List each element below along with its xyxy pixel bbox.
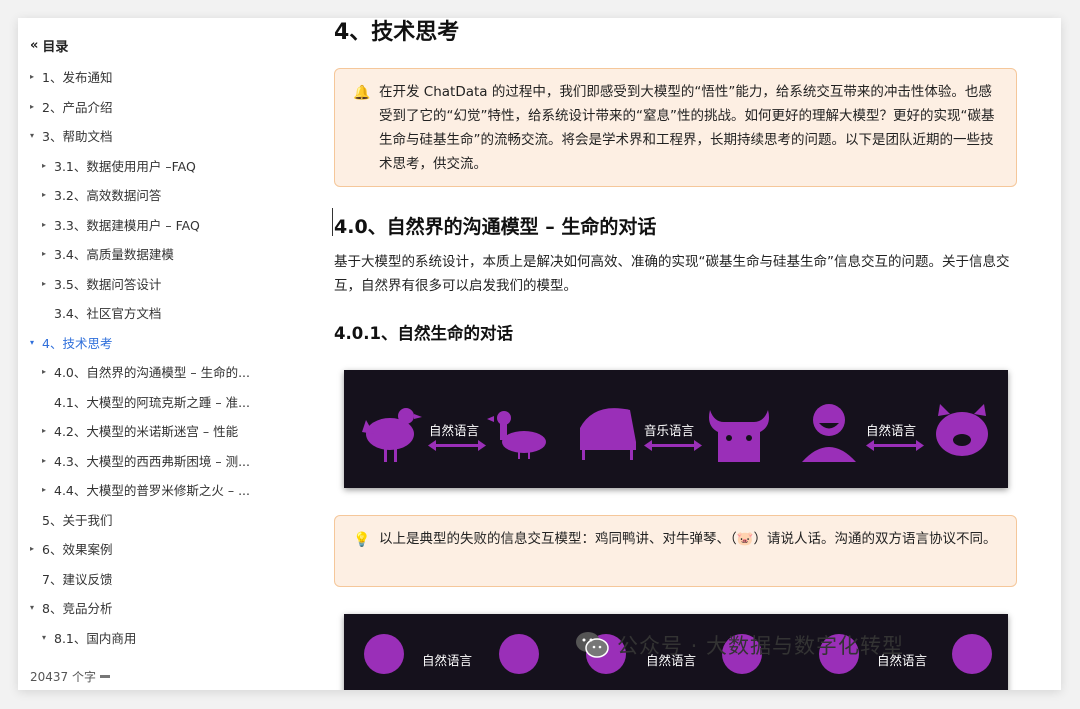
caret-right-icon[interactable]: ▸ xyxy=(42,279,54,288)
caret-right-icon[interactable]: ▸ xyxy=(42,161,54,170)
toc-item-label: 1、发布通知 xyxy=(42,70,113,86)
toc-item[interactable]: ▾ 8.1、国内商用 xyxy=(18,623,288,653)
double-arrow-icon xyxy=(866,440,924,451)
toc-item-label: 5、关于我们 xyxy=(42,512,113,528)
toc-item[interactable]: ▸ 3.1、数据使用用户 –FAQ xyxy=(18,151,288,181)
toc-item-label: 3.5、数据问答设计 xyxy=(54,276,162,292)
toc-item-label: 3.4、高质量数据建模 xyxy=(54,247,174,263)
toc-item-label: 3.1、数据使用用户 –FAQ xyxy=(54,158,196,174)
toc-item-label: 3.2、高效数据问答 xyxy=(54,188,162,204)
toc-list: ▸ 1、发布通知 ▸ 2、产品介绍 ▾ 3、帮助文档 ▸ 3.1、数据使用用户 –FAQ ▸ 3.… xyxy=(18,62,288,652)
callout-intro: 🔔 在开发 ChatData 的过程中，我们即感受到大模型的“悟性”能力，给系统… xyxy=(334,68,1017,187)
toc-item-label: 4.3、大模型的西西弗斯困境 – 测... xyxy=(54,453,250,469)
toc-item[interactable]: ▸ 4.2、大模型的米诺斯迷宫 – 性能 xyxy=(18,416,288,446)
communication-illustration-image: 自然语言 音乐语言 自然语言 xyxy=(344,370,1008,488)
caret-right-icon[interactable]: ▸ xyxy=(42,367,54,376)
caret-right-icon[interactable]: ▸ xyxy=(42,485,54,494)
toc-item-label: 8、竞品分析 xyxy=(42,601,113,617)
toc-item-label: 3.3、数据建模用户 – FAQ xyxy=(54,217,200,233)
toc-item[interactable]: 7、建议反馈 xyxy=(18,564,288,594)
watermark-text: 公众号 · 大数据与数字化转型 xyxy=(617,634,905,658)
toc-item[interactable]: ▸ 2、产品介绍 xyxy=(18,92,288,122)
toc-item-label: 7、建议反馈 xyxy=(42,571,113,587)
toc-header[interactable]: « 目录 xyxy=(30,36,68,55)
caret-right-icon[interactable]: ▸ xyxy=(42,190,54,199)
caret-right-icon[interactable]: ▸ xyxy=(42,426,54,435)
smiling-person-icon xyxy=(802,404,856,462)
avatar-circle-icon xyxy=(364,634,404,674)
toc-title: 目录 xyxy=(42,40,69,55)
lightbulb-icon: 💡 xyxy=(353,532,371,548)
toc-item[interactable]: ▾ 3、帮助文档 xyxy=(18,121,288,151)
word-count: 20437 个字 xyxy=(30,668,110,685)
caret-right-icon[interactable]: ▸ xyxy=(42,249,54,258)
toc-item[interactable]: 4.1、大模型的阿琉克斯之踵 – 准... xyxy=(18,387,288,417)
text-cursor xyxy=(332,208,333,236)
caret-right-icon[interactable]: ▸ xyxy=(30,102,42,111)
caret-down-icon[interactable]: ▾ xyxy=(30,338,42,347)
document-window: « 目录 ▸ 1、发布通知 ▸ 2、产品介绍 ▾ 3、帮助文档 ▸ 3.1、数据使用用户 –F… xyxy=(18,18,1061,690)
paragraph-intro: 基于大模型的系统设计，本质上是解决如何高效、准确的实现“碳基生命与硅基生命”信息… xyxy=(334,254,1010,294)
toc-item[interactable]: ▸ 3.2、高效数据问答 xyxy=(18,180,288,210)
caret-down-icon[interactable]: ▾ xyxy=(30,131,42,140)
wechat-watermark: 公众号 · 大数据与数字化转型 xyxy=(575,630,904,660)
caret-right-icon[interactable]: ▸ xyxy=(42,456,54,465)
heading-communication-model: 4.0、自然界的沟通模型 – 生命的对话 xyxy=(334,216,657,238)
toc-item[interactable]: ▸ 4.0、自然界的沟通模型 – 生命的... xyxy=(18,357,288,387)
caret-right-icon[interactable]: ▸ xyxy=(30,544,42,553)
toc-item[interactable]: ▸ 4.3、大模型的西西弗斯困境 – 测... xyxy=(18,446,288,476)
caret-down-icon[interactable]: ▾ xyxy=(30,603,42,612)
toc-item-label: 4.4、大模型的普罗米修斯之火 – ... xyxy=(54,483,250,499)
toc-item-label: 3.4、社区官方文档 xyxy=(54,306,162,322)
toc-item[interactable]: ▸ 1、发布通知 xyxy=(18,62,288,92)
toc-item-label: 4.0、自然界的沟通模型 – 生命的... xyxy=(54,365,250,381)
toc-sidebar: « 目录 ▸ 1、发布通知 ▸ 2、产品介绍 ▾ 3、帮助文档 ▸ 3.1、数据使用用户 –F… xyxy=(18,18,288,690)
caret-down-icon[interactable]: ▾ xyxy=(42,633,54,642)
illustration-label-3: 自然语言 xyxy=(866,423,917,438)
double-arrow-icon xyxy=(428,440,486,451)
callout-conclusion: 💡 以上是典型的失败的信息交互模型：鸡同鸭讲、对牛弹琴、（🐷）请说人话。沟通的双… xyxy=(334,515,1017,587)
piano-icon xyxy=(580,408,636,460)
bell-icon: 🔔 xyxy=(353,85,371,101)
word-count-text: 20437 个字 xyxy=(30,670,96,684)
collapse-double-chevron-icon[interactable]: « xyxy=(30,38,38,53)
toc-item[interactable]: ▸ 6、效果案例 xyxy=(18,534,288,564)
toc-item[interactable]: ▸ 4.4、大模型的普罗米修斯之火 – ... xyxy=(18,475,288,505)
toc-item-label: 4.1、大模型的阿琉克斯之踵 – 准... xyxy=(54,394,250,410)
document-content: 4、技术思考 🔔 在开发 ChatData 的过程中，我们即感受到大模型的“悟性… xyxy=(332,18,1024,690)
toc-item-label: 3、帮助文档 xyxy=(42,129,113,145)
toc-item[interactable]: ▾ 8、竞品分析 xyxy=(18,593,288,623)
illustration-label-1: 自然语言 xyxy=(429,423,480,438)
toc-item-label: 4、技术思考 xyxy=(42,335,113,351)
toc-item-label: 2、产品介绍 xyxy=(42,99,113,115)
pig-icon xyxy=(936,404,988,456)
wechat-logo-icon xyxy=(576,632,609,658)
toc-item[interactable]: 5、关于我们 xyxy=(18,505,288,535)
double-arrow-icon xyxy=(644,440,702,451)
avatar-circle-icon xyxy=(499,634,539,674)
toc-item-label: 8.1、国内商用 xyxy=(54,630,137,646)
illustration-label-2: 音乐语言 xyxy=(644,423,695,438)
callout-intro-text: 在开发 ChatData 的过程中，我们即感受到大模型的“悟性”能力，给系统交互… xyxy=(379,84,995,172)
toc-item[interactable]: 3.4、社区官方文档 xyxy=(18,298,288,328)
chicken-icon xyxy=(362,408,422,462)
toc-item[interactable]: ▸ 3.3、数据建模用户 – FAQ xyxy=(18,210,288,240)
toc-item[interactable]: ▸ 3.4、高质量数据建模 xyxy=(18,239,288,269)
toc-item[interactable]: ▾ 4、技术思考 xyxy=(18,328,288,358)
heading-tech-thinking: 4、技术思考 xyxy=(334,20,460,45)
cow-icon xyxy=(709,410,769,462)
callout-conclusion-text: 以上是典型的失败的信息交互模型：鸡同鸭讲、对牛弹琴、（🐷）请说人话。沟通的双方语… xyxy=(379,531,997,547)
caret-right-icon[interactable]: ▸ xyxy=(42,220,54,229)
heading-natural-dialogue: 4.0.1、自然生命的对话 xyxy=(334,324,513,343)
toc-item-label: 6、效果案例 xyxy=(42,542,113,558)
avatar-circle-icon xyxy=(952,634,992,674)
word-count-bar-icon xyxy=(100,675,110,678)
caret-right-icon[interactable]: ▸ xyxy=(30,72,42,81)
second-illustration-label-1: 自然语言 xyxy=(422,653,473,668)
toc-item[interactable]: ▸ 3.5、数据问答设计 xyxy=(18,269,288,299)
toc-item-label: 4.2、大模型的米诺斯迷宫 – 性能 xyxy=(54,424,239,440)
duck-icon xyxy=(487,411,546,459)
